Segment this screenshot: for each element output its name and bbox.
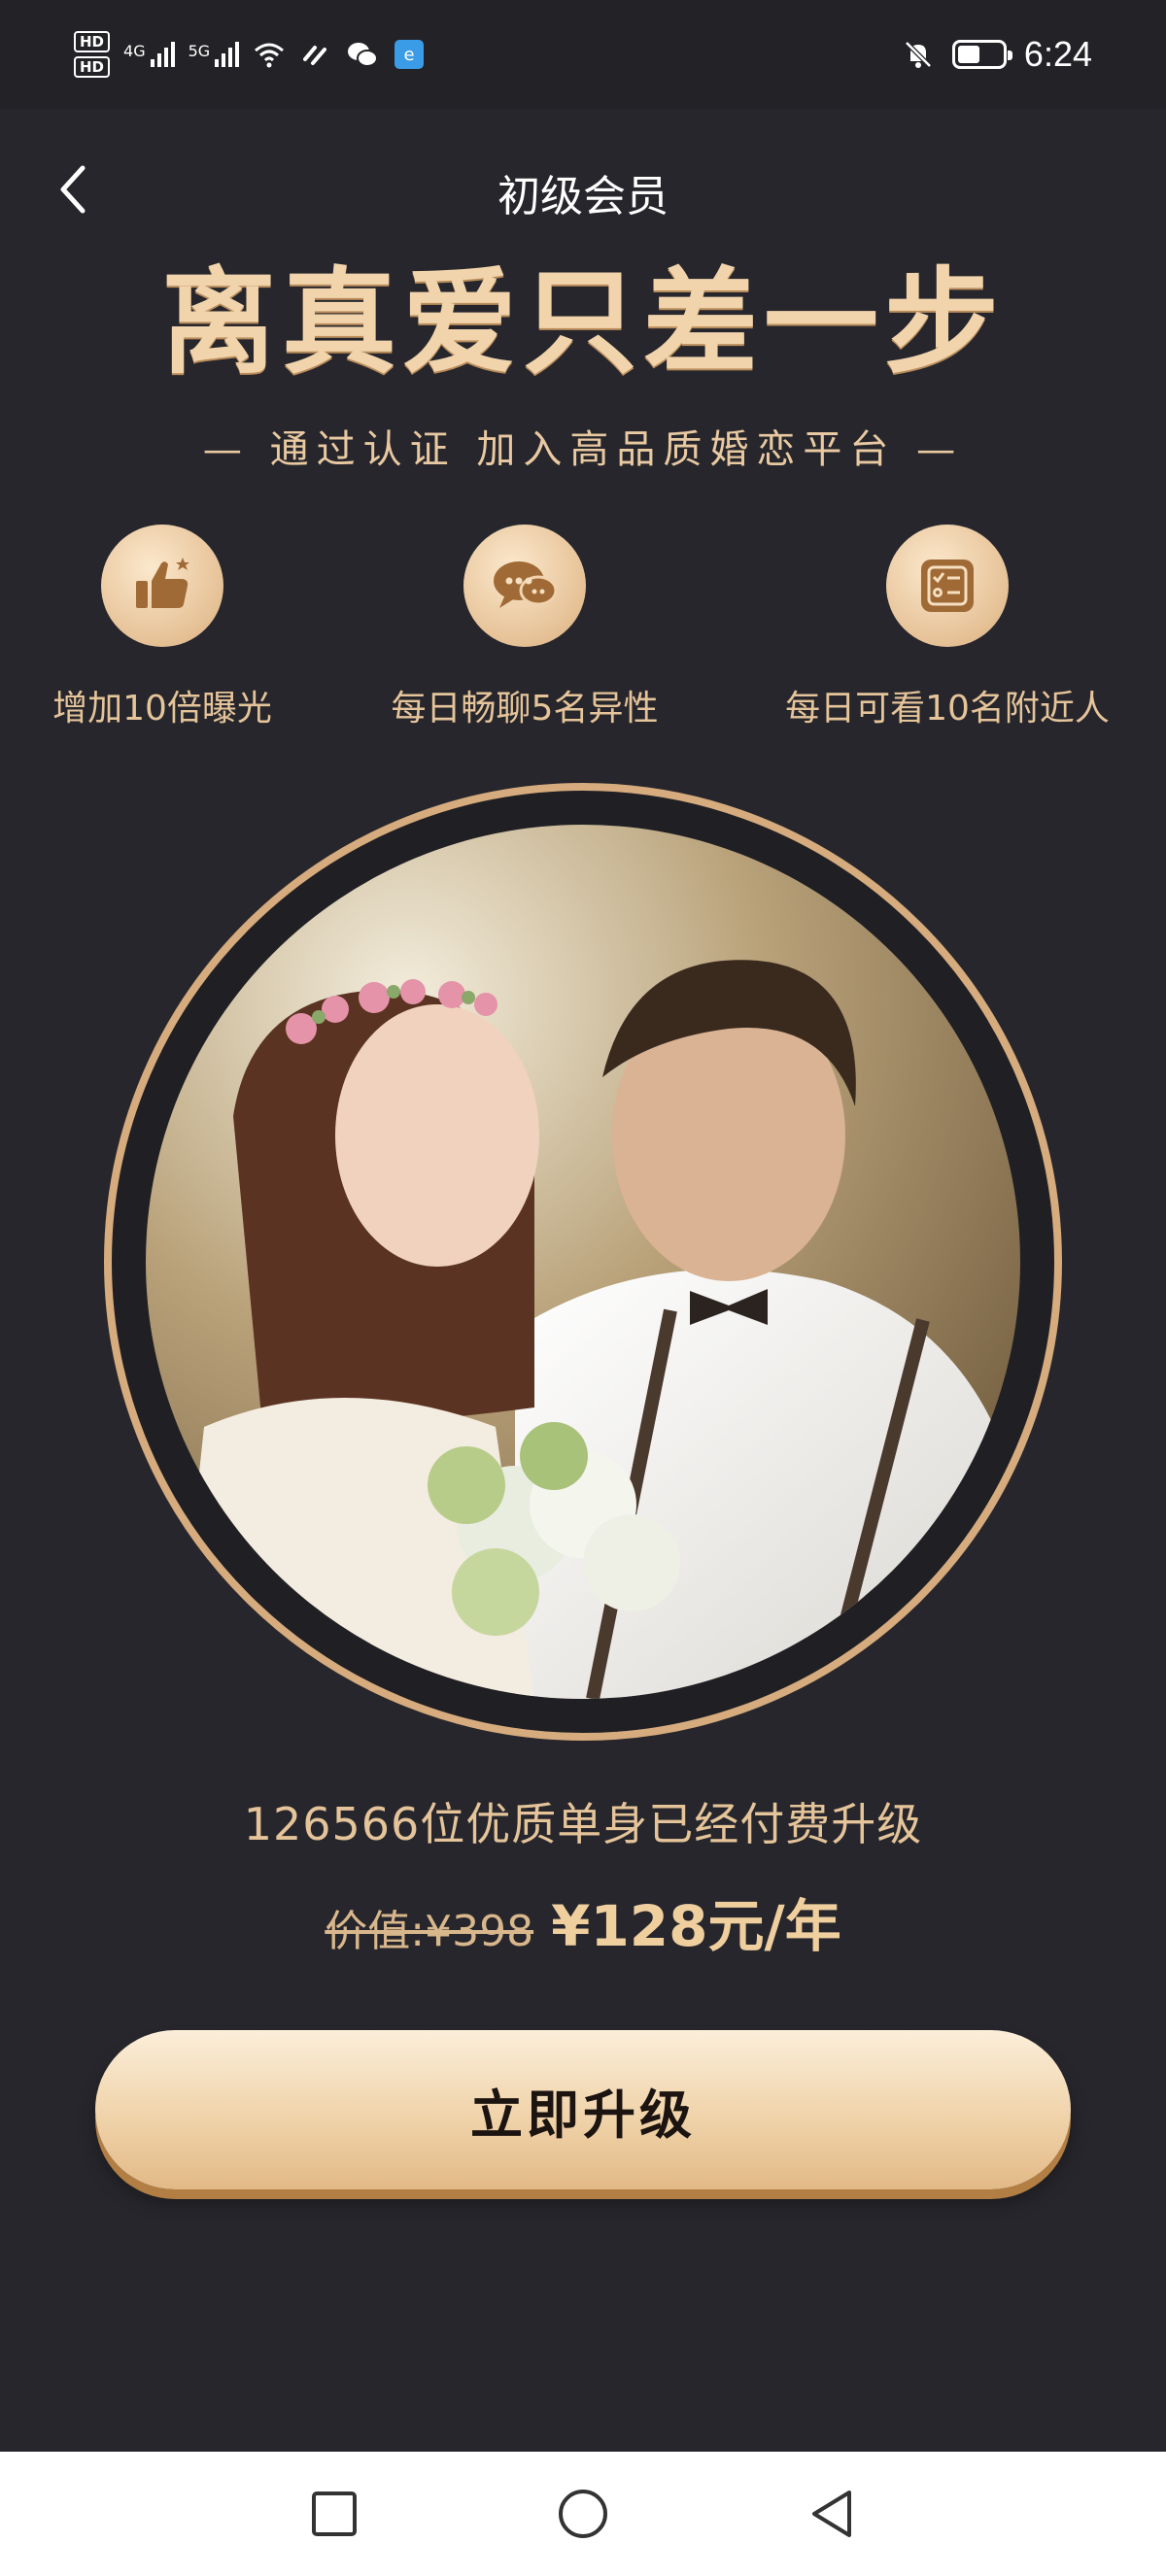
signal-icon: 5G — [189, 42, 240, 67]
checklist-icon — [921, 559, 974, 612]
back-nav-button[interactable] — [803, 2485, 861, 2543]
battery-icon — [951, 40, 1012, 69]
wechat-icon — [348, 43, 379, 67]
hero-subtitle: — 通过认证 加入高品质婚恋平台 — — [202, 427, 964, 472]
circle-icon — [559, 2490, 607, 2538]
network-type-1: 4G — [123, 42, 146, 60]
benefit-item: 每日可看10名附近人 — [768, 525, 1127, 730]
benefits-row: 增加10倍曝光 每日畅聊5名异性 每日可看10名附近人 — [0, 525, 1166, 748]
benefit-item: 增加10倍曝光 — [41, 525, 284, 730]
recent-apps-button[interactable] — [305, 2485, 363, 2543]
current-price: ¥128元/年 — [551, 1893, 841, 1959]
price-line: 价值:¥398 ¥128元/年 — [0, 1881, 1166, 1962]
link-icon — [303, 46, 327, 65]
hero-headline: 离真爱只差一步 — [160, 255, 1005, 390]
benefit-icon-wrap — [463, 525, 586, 647]
original-price: 价值:¥398 — [325, 1907, 534, 1956]
mute-bell-icon — [905, 41, 932, 68]
home-button[interactable] — [554, 2485, 612, 2543]
benefit-label: 每日可看10名附近人 — [785, 689, 1110, 729]
system-nav-bar — [0, 2452, 1166, 2576]
status-left: HD HD 4G 5G e — [74, 31, 426, 78]
hd-badge-2: HD — [74, 56, 111, 78]
network-type-2: 5G — [188, 42, 211, 60]
svg-text:e: e — [404, 45, 415, 65]
wifi-icon — [255, 43, 285, 68]
benefit-icon-wrap — [101, 525, 223, 647]
couple-photo — [146, 825, 1020, 1699]
status-right: 6:24 — [902, 34, 1092, 75]
benefit-icon-wrap — [886, 525, 1009, 647]
page-title: 初级会员 — [497, 172, 669, 221]
triangle-back-icon — [812, 2491, 851, 2537]
hd-indicators: HD HD — [74, 31, 111, 78]
battery-level — [957, 46, 979, 63]
square-icon — [312, 2491, 357, 2536]
benefit-label: 每日畅聊5名异性 — [391, 689, 659, 729]
upgrade-stats: 126566位优质单身已经付费升级 — [243, 1798, 923, 1850]
hd-badge-1: HD — [74, 31, 111, 52]
signal-icon: 4G — [123, 42, 175, 67]
app-notification-icon: e — [394, 40, 425, 69]
thumbs-up-icon — [136, 558, 189, 608]
benefit-item: 每日畅聊5名异性 — [369, 525, 680, 730]
chat-bubbles-icon — [494, 561, 558, 608]
upgrade-now-button[interactable]: 立即升级 — [95, 2030, 1071, 2189]
status-bar: HD HD 4G 5G e 6:24 — [0, 0, 1166, 109]
clock: 6:24 — [1023, 34, 1092, 74]
nav-header: 初级会员 — [0, 146, 1166, 233]
benefit-label: 增加10倍曝光 — [52, 689, 272, 729]
